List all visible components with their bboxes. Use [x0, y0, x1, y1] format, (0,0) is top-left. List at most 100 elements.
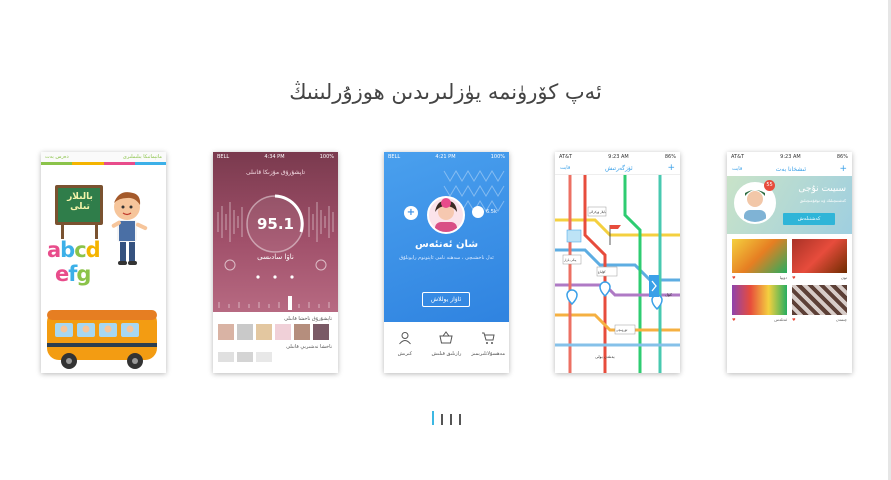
letter-b: b: [60, 238, 75, 262]
radio-station-name: ناۋا سادىسى: [257, 253, 294, 261]
product-card[interactable]: ♥ ئەتلەس: [732, 285, 787, 322]
radio-time: 4:34 PM: [264, 154, 285, 160]
shop-profile-subtitle: كەشتىچىلىك ۋە توقۇمىچىلىق: [799, 198, 846, 203]
pager-dot-4[interactable]: [459, 414, 461, 425]
product-image: [732, 239, 787, 273]
avatar-icon: [435, 198, 457, 232]
metro-add-button[interactable]: +: [667, 163, 675, 173]
letter-g: g: [76, 262, 91, 286]
product-title: ئەتلەس: [774, 317, 787, 322]
screenshot-card-shop[interactable]: AT&T 9:23 AM 86% قايت ئىشخانا بەت + 55 س…: [727, 152, 852, 373]
shop-profile-name: سىيىت نۇجى: [798, 184, 846, 194]
page-title: ئەپ كۆرۈنمە يۈزلىرىدىن ھوزۇرلىنىڭ: [289, 80, 602, 104]
screenshot-card-metro[interactable]: AT&T 9:23 AM 86% قايت ئۆزگەرتىش + بايلار…: [555, 152, 680, 373]
profile-status-bar: BELL 4:21 PM 100%: [384, 152, 509, 162]
heart-icon[interactable]: ♥: [732, 317, 736, 322]
notification-badge: 55: [764, 180, 775, 191]
radio-list: تاپشۇرۇق ناخشا قانىلى ناخشا نەشىرىي قانى…: [213, 312, 338, 373]
metro-station-4: ئۆرۈمچى: [616, 328, 628, 332]
add-button[interactable]: +: [404, 206, 418, 220]
profile-battery: 100%: [490, 154, 505, 160]
carousel-pager: [432, 411, 461, 425]
radio-carrier: BELL: [217, 154, 230, 160]
metro-station-3: گۇلباغ: [598, 270, 606, 274]
building-icon: [566, 229, 582, 243]
kids-board-text: بالىلار تىلى: [67, 192, 93, 212]
cart-icon: [482, 332, 495, 344]
shop-profile-banner: 55 سىيىت نۇجى كەشتىچىلىك ۋە توقۇمىچىلىق …: [727, 176, 852, 234]
letter-c: c: [74, 238, 86, 262]
thumb-5[interactable]: [294, 324, 310, 340]
letter-a: a: [47, 238, 61, 262]
profile-primary-button[interactable]: ئاۋاز يوللاش: [422, 292, 470, 307]
shop-back-button[interactable]: قايت: [732, 166, 742, 172]
screenshot-card-kids[interactable]: دەرس بەت ماتېماتىكا بىلىملىرى بالىلار تى…: [41, 152, 166, 373]
product-image: [732, 285, 787, 315]
tuner-needle: [288, 296, 292, 310]
screenshot-card-radio[interactable]: BELL 4:34 PM 100% تاپشۇرۇق مۇزىكا قانىلى…: [213, 152, 338, 373]
product-title: تون: [840, 275, 847, 280]
metro-station-1: بايلار ۋوكزالى: [589, 210, 607, 214]
heart-icon[interactable]: ♥: [792, 317, 796, 322]
radio-dial: [217, 194, 334, 310]
metro-label-bottom: يەنئەن يولى: [595, 354, 615, 359]
profile-avatar[interactable]: [427, 196, 465, 234]
shop-header-title: ئىشخانا بەت: [775, 165, 807, 173]
follow-indicator[interactable]: [472, 206, 484, 218]
radio-list-title-2: ناخشا نەشىرىي قانىلى: [286, 344, 332, 350]
metro-label-right: كۆل: [665, 292, 672, 297]
product-card[interactable]: ♥ تون: [792, 239, 847, 280]
radio-list-title: تاپشۇرۇق ناخشا قانىلى: [284, 316, 332, 322]
next-icon: [315, 259, 327, 271]
radio-battery: 100%: [319, 154, 334, 160]
heart-icon[interactable]: ♥: [792, 275, 796, 280]
profile-name: شان ئەنئەس: [414, 239, 479, 250]
prev-icon: [224, 259, 236, 271]
product-title: چىمەن: [835, 317, 847, 322]
shop-time: 9:23 AM: [780, 154, 801, 160]
pager-dot-2[interactable]: [441, 414, 443, 425]
kids-letters-line-2: efg: [55, 262, 91, 286]
metro-status-bar: AT&T 9:23 AM 86%: [555, 152, 680, 162]
pager-dot-3[interactable]: [450, 414, 452, 425]
thumb-6[interactable]: [313, 324, 329, 340]
shop-follow-button[interactable]: كەشتىلەش: [783, 213, 835, 225]
letter-e: e: [55, 262, 69, 286]
product-image: [792, 285, 847, 315]
heart-icon[interactable]: ♥: [732, 275, 736, 280]
thumb-7[interactable]: [218, 352, 234, 362]
product-card[interactable]: ♥ دوپپا: [732, 239, 787, 280]
profile-time: 4:21 PM: [435, 154, 456, 160]
thumb-9[interactable]: [256, 352, 272, 362]
thumb-1[interactable]: [218, 324, 234, 340]
tab-products[interactable]: مەھسۇلاتلىرىمىز: [470, 330, 506, 373]
product-card[interactable]: ♥ چىمەن: [792, 285, 847, 322]
profile-tab-bar: كىرىش رازىلىق قىلىش مەھسۇلاتلىرىمىز: [384, 322, 509, 373]
tab-products-label: مەھسۇلاتلىرىمىز: [471, 351, 506, 357]
screenshot-card-profile[interactable]: BELL 4:21 PM 100% + 6.5k شان ئەنئەس ئەل …: [384, 152, 509, 373]
pager-dot-1[interactable]: [432, 411, 434, 425]
kids-letters-line-1: abcd: [47, 238, 101, 262]
side-arrow-button: [649, 275, 659, 297]
thumb-2[interactable]: [237, 324, 253, 340]
radio-thumbnails: [213, 324, 338, 340]
metro-map[interactable]: [555, 175, 680, 373]
shop-carrier: AT&T: [731, 154, 745, 160]
thumb-8[interactable]: [237, 352, 253, 362]
metro-header-title: ئۆزگەرتىش: [604, 164, 633, 172]
basket-icon: [439, 331, 454, 344]
thumb-3[interactable]: [256, 324, 272, 340]
tab-thanks[interactable]: رازىلىق قىلىش: [428, 330, 464, 373]
shop-status-bar: AT&T 9:23 AM 86%: [727, 152, 852, 162]
shop-product-grid: ♥ دوپپا ♥ تون ♥ ئەتلەس ♥ چىمەن: [727, 234, 852, 327]
school-bus-icon: [47, 310, 157, 369]
profile-carrier: BELL: [388, 154, 401, 160]
letter-d: d: [85, 238, 101, 262]
metro-battery: 86%: [664, 154, 676, 160]
profile-bio: ئەل ناخشىچى ، سەھنە نامى ئاپتونوم رايونل…: [399, 255, 494, 261]
metro-back-button[interactable]: قايت: [560, 165, 570, 171]
radio-status-bar: BELL 4:34 PM 100%: [213, 152, 338, 162]
shop-add-button[interactable]: +: [839, 164, 847, 174]
thumb-4[interactable]: [275, 324, 291, 340]
tab-login[interactable]: كىرىش: [387, 330, 423, 373]
